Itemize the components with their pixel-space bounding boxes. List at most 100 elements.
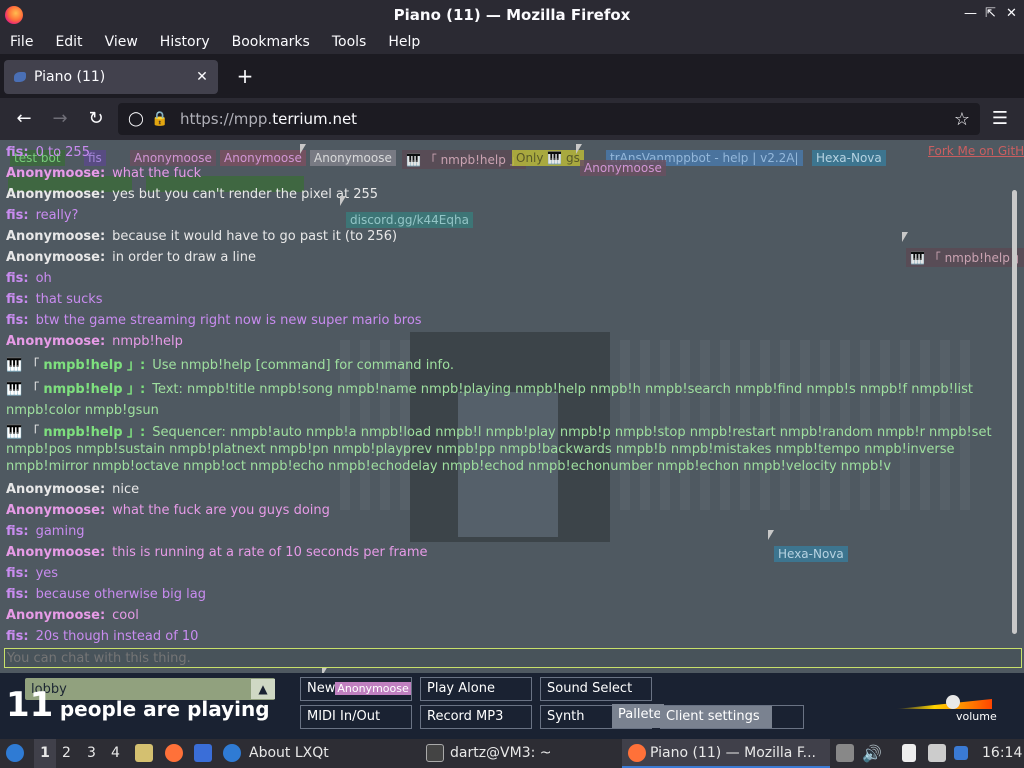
- chat-message: fis: yes: [6, 566, 59, 581]
- mouse-cursor-icon: [902, 232, 908, 242]
- workspace-1[interactable]: 1: [34, 739, 56, 768]
- chat-message: fis: 20s though instead of 10: [6, 629, 199, 644]
- chat-log: fis: 0 to 255 Anonymoose: what the fuck An…: [6, 142, 1006, 647]
- lxqt-about-icon: [223, 744, 241, 762]
- workspace-4[interactable]: 4: [111, 739, 120, 768]
- control-bar: lobby ▲ 11 people are playing New Anonymo…: [0, 673, 1024, 739]
- lxqt-menu-icon[interactable]: [6, 744, 24, 762]
- menu-bar: File Edit View History Bookmarks Tools H…: [0, 30, 1024, 54]
- piano-favicon-icon: [14, 72, 26, 82]
- workspace-2[interactable]: 2: [62, 739, 71, 768]
- window-titlebar: Piano (11) — Mozilla Firefox — ⇱ ✕: [0, 0, 1024, 30]
- terminal-icon: [426, 744, 444, 762]
- url-bar[interactable]: ◯ 🔒 https://mpp.terrium.net ☆: [118, 103, 980, 135]
- menu-history[interactable]: History: [160, 34, 210, 50]
- chat-message: fis: btw the game streaming right now is …: [6, 313, 422, 328]
- chat-message: Anonymoose: because it would have to go p…: [6, 229, 398, 244]
- navigation-bar: ← → ↻ ◯ 🔒 https://mpp.terrium.net ☆ ☰: [0, 98, 1024, 140]
- minimize-icon[interactable]: —: [964, 6, 977, 21]
- menu-help[interactable]: Help: [388, 34, 420, 50]
- volume-label: volume: [956, 710, 997, 723]
- info-tray-icon[interactable]: [954, 746, 968, 760]
- back-arrow-icon[interactable]: ←: [12, 107, 36, 131]
- mouse-cursor-icon: [340, 196, 346, 206]
- piano-page: test bot fis Anonymoose Anonymoose Anony…: [0, 140, 1024, 739]
- close-tab-icon[interactable]: ✕: [192, 69, 212, 85]
- tab-piano[interactable]: Piano (11) ✕: [4, 60, 218, 94]
- tab-label: Piano (11): [34, 69, 106, 85]
- chat-message: Anonymoose: nice: [6, 482, 140, 497]
- display-icon[interactable]: [928, 744, 946, 762]
- chat-message: fis: really?: [6, 208, 79, 223]
- hamburger-menu-icon[interactable]: ☰: [988, 107, 1012, 131]
- tray-app-icon[interactable]: [836, 744, 854, 762]
- sound-select-button[interactable]: Sound Select: [540, 677, 652, 701]
- chat-message: 🎹 「nmpb!help 」: Sequencer: nmpb!auto nmpb…: [6, 425, 992, 474]
- player-count-number: 11: [6, 685, 54, 725]
- new-room-button[interactable]: New Anonymoose: [300, 677, 412, 701]
- close-window-icon[interactable]: ✕: [1006, 6, 1017, 21]
- menu-edit[interactable]: Edit: [55, 34, 82, 50]
- bookmark-star-icon[interactable]: ☆: [954, 109, 970, 130]
- chat-message: fis: 0 to 255: [6, 145, 90, 160]
- chat-message: Anonymoose: nmpb!help: [6, 334, 183, 349]
- volume-tray-icon[interactable]: 🔊: [862, 739, 882, 768]
- player-count: 11 people are playing: [6, 685, 270, 725]
- clipboard-icon[interactable]: [902, 744, 916, 762]
- player-count-label: people are playing: [59, 697, 270, 721]
- forward-arrow-icon[interactable]: →: [48, 107, 72, 131]
- cursor-tag-anon: Anonymoose: [335, 682, 411, 695]
- tab-strip: Piano (11) ✕ +: [0, 56, 1024, 98]
- chat-message: 🎹 「nmpb!help 」: Text: nmpb!title nmpb!son…: [6, 382, 973, 418]
- chat-message: 🎹 「nmpb!help 」: Use nmpb!help [command] f…: [6, 358, 454, 373]
- chat-message: Anonymoose: cool: [6, 608, 139, 623]
- midi-button[interactable]: MIDI In/Out: [300, 705, 412, 729]
- chat-message: Anonymoose: what the fuck: [6, 166, 202, 181]
- taskbar: 1 2 3 4 About LXQt dartz@VM3: ~ Piano (1…: [0, 739, 1024, 768]
- mouse-cursor-icon: [768, 530, 774, 540]
- url-text[interactable]: https://mpp.terrium.net: [180, 110, 357, 128]
- firefox-task-icon: [628, 744, 646, 762]
- cursor-tag-hexa: Hexa-Nova: [774, 546, 848, 562]
- task-about-lxqt[interactable]: About LXQt: [249, 739, 329, 768]
- client-settings-button[interactable]: Client settings: [660, 706, 772, 728]
- chat-message: Anonymoose: yes but you can't render the …: [6, 187, 379, 202]
- chat-message: Anonymoose: this is running at a rate of …: [6, 545, 428, 560]
- file-manager-icon[interactable]: [135, 744, 153, 762]
- firefox-launcher-icon[interactable]: [165, 744, 183, 762]
- cursor-tag-anon: Anonymoose: [580, 160, 666, 176]
- volume-knob[interactable]: [946, 695, 960, 709]
- task-terminal[interactable]: dartz@VM3: ~: [450, 739, 552, 768]
- lock-icon[interactable]: 🔒: [148, 111, 172, 127]
- menu-tools[interactable]: Tools: [332, 34, 367, 50]
- mouse-cursor-icon: [576, 144, 582, 154]
- menu-view[interactable]: View: [105, 34, 138, 50]
- chat-message: Anonymoose: what the fuck are you guys do…: [6, 503, 330, 518]
- menu-file[interactable]: File: [10, 34, 33, 50]
- reload-icon[interactable]: ↻: [84, 107, 108, 131]
- chat-message: fis: gaming: [6, 524, 85, 539]
- new-tab-button[interactable]: +: [234, 64, 256, 90]
- task-firefox-label: Piano (11) — Mozilla F...: [650, 745, 816, 761]
- cursor-tag-nmpb: 🎹 「 nmpb!help 」: [906, 248, 1024, 267]
- window-title: Piano (11) — Mozilla Firefox: [393, 6, 631, 24]
- play-alone-button[interactable]: Play Alone: [420, 677, 532, 701]
- chat-message: fis: because otherwise big lag: [6, 587, 206, 602]
- chat-scrollbar[interactable]: [1012, 190, 1017, 634]
- discord-link[interactable]: discord.gg/k44Eqha: [346, 212, 473, 228]
- mouse-cursor-icon: [300, 144, 306, 154]
- chat-message: fis: oh: [6, 271, 52, 286]
- pallete-button[interactable]: Pallete: [612, 704, 664, 728]
- maximize-icon[interactable]: ⇱: [985, 6, 996, 21]
- clock[interactable]: 16:14: [982, 739, 1022, 768]
- desktop-icon[interactable]: [194, 744, 212, 762]
- chat-input[interactable]: [4, 648, 1022, 668]
- shield-icon[interactable]: ◯: [124, 111, 148, 127]
- record-mp3-button[interactable]: Record MP3: [420, 705, 532, 729]
- workspace-3[interactable]: 3: [87, 739, 96, 768]
- chat-message: fis: that sucks: [6, 292, 103, 307]
- volume-slider[interactable]: volume: [896, 691, 997, 723]
- firefox-logo-icon: [5, 6, 23, 24]
- chat-message: Anonymoose: in order to draw a line: [6, 250, 256, 265]
- menu-bookmarks[interactable]: Bookmarks: [232, 34, 310, 50]
